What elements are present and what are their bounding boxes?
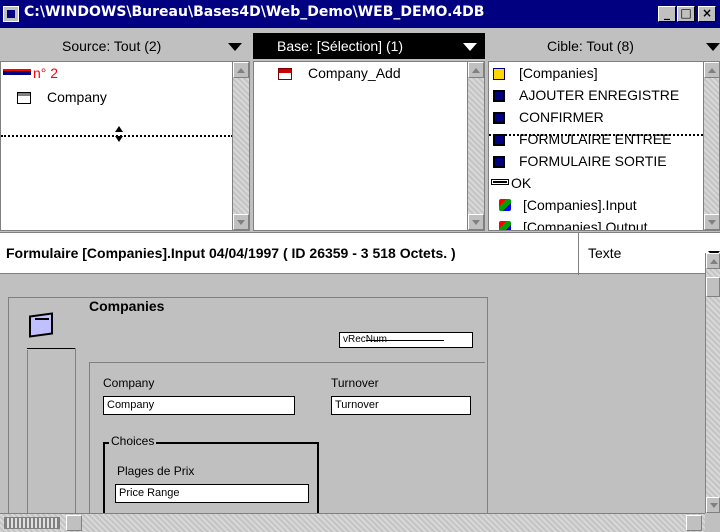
base-label: Base: [Sélection] (1): [277, 38, 404, 54]
scroll-thumb[interactable]: [706, 277, 720, 297]
source-scrollbar[interactable]: [232, 62, 249, 230]
method-icon: [493, 112, 505, 124]
price-range-field[interactable]: Price Range: [115, 484, 309, 503]
scroll-up-button[interactable]: [706, 253, 720, 269]
method-icon: [493, 90, 505, 102]
form-icon: [499, 199, 511, 211]
scroll-corner: [705, 513, 720, 532]
scroll-left-button[interactable]: [66, 515, 82, 531]
target-label: Cible: Tout (8): [547, 38, 634, 54]
title-bar: C:\WINDOWS\Bureau\Bases4D\Web_Demo\WEB_D…: [0, 0, 720, 28]
choices-label: Choices: [109, 434, 157, 448]
source-selector[interactable]: Source: Tout (2): [0, 33, 250, 59]
method-icon: [493, 156, 505, 168]
form-title: Companies: [89, 298, 165, 314]
field-icon: [491, 179, 509, 185]
turnover-field[interactable]: Turnover: [331, 396, 471, 415]
target-scrollbar[interactable]: [703, 62, 719, 230]
maximize-button[interactable]: □: [677, 6, 695, 22]
form-window-icon: [27, 312, 57, 340]
scroll-down-button[interactable]: [706, 497, 720, 513]
source-pane[interactable]: n° 2 Company: [0, 61, 250, 231]
divider: [578, 233, 579, 275]
close-button[interactable]: ×: [698, 6, 716, 22]
window-title: C:\WINDOWS\Bureau\Bases4D\Web_Demo\WEB_D…: [24, 4, 485, 20]
turnover-label: Turnover: [331, 376, 379, 390]
scroll-down-button[interactable]: [233, 214, 249, 230]
scroll-up-button[interactable]: [233, 62, 249, 78]
chevron-down-icon: [463, 43, 477, 51]
table-icon: [493, 68, 505, 80]
price-label: Plages de Prix: [117, 464, 195, 478]
chevron-down-icon: [706, 43, 720, 51]
scroll-down-button[interactable]: [468, 214, 484, 230]
divider: [27, 348, 75, 349]
minimize-button[interactable]: _: [658, 6, 676, 22]
base-pane[interactable]: Company_Add: [253, 61, 485, 231]
base-selector[interactable]: Base: [Sélection] (1): [253, 33, 485, 59]
info-bar: Formulaire [Companies].Input 04/04/1997 …: [0, 232, 720, 275]
preview-hscrollbar[interactable]: [0, 513, 705, 532]
chevron-down-icon: [228, 43, 242, 51]
divider: [75, 348, 76, 513]
company-field[interactable]: Company: [103, 396, 295, 415]
divider: [27, 350, 28, 513]
record-icon: [3, 69, 31, 75]
scroll-right-button[interactable]: [686, 515, 702, 531]
form-info: Formulaire [Companies].Input 04/04/1997 …: [6, 245, 456, 261]
resize-handle-icon[interactable]: [115, 126, 123, 144]
form-preview: Companies vRecNum Company Company Turnov…: [0, 275, 705, 513]
view-type-select[interactable]: Texte: [588, 245, 621, 261]
source-label: Source: Tout (2): [62, 38, 162, 54]
form-frame: Companies vRecNum Company Company Turnov…: [8, 297, 488, 513]
target-selector[interactable]: Cible: Tout (8): [488, 33, 720, 59]
form-icon: [499, 221, 511, 230]
method-icon: [493, 134, 505, 146]
zoom-slider[interactable]: [4, 517, 60, 529]
base-scrollbar[interactable]: [467, 62, 484, 230]
scroll-up-button[interactable]: [468, 62, 484, 78]
scroll-down-button[interactable]: [704, 214, 719, 230]
table-icon: [17, 92, 31, 104]
app-icon[interactable]: [3, 6, 19, 22]
form-icon: [278, 68, 292, 80]
scroll-up-button[interactable]: [704, 62, 719, 78]
preview-vscrollbar[interactable]: [705, 253, 720, 513]
company-label: Company: [103, 376, 155, 390]
target-pane[interactable]: [Companies] AJOUTER ENREGISTRE CONFIRMER…: [488, 61, 720, 231]
recnum-field[interactable]: vRecNum: [339, 332, 473, 348]
